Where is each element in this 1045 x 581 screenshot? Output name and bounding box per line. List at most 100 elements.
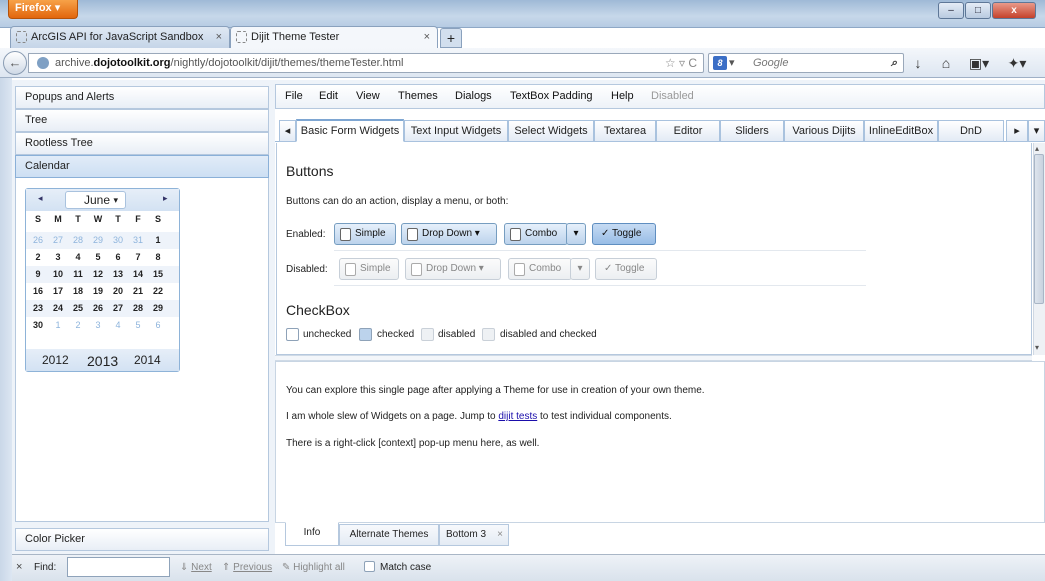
calendar-day[interactable]: 27 [48, 232, 68, 249]
tab-textarea[interactable]: Textarea [594, 120, 656, 142]
tab-info[interactable]: Info [285, 522, 339, 546]
menu-view[interactable]: View [356, 84, 380, 109]
calendar-day[interactable]: 28 [68, 232, 88, 249]
calendar-day[interactable]: 2 [28, 249, 48, 266]
calendar-day[interactable]: 26 [28, 232, 48, 249]
tab-close-icon[interactable]: × [424, 27, 430, 47]
scroll-down-icon[interactable]: ▾ [1035, 343, 1039, 352]
accordion-tree[interactable]: Tree [15, 109, 269, 132]
calendar-day[interactable]: 1 [148, 232, 168, 249]
prev-year[interactable]: 2012 [42, 349, 69, 371]
tab-select-widgets[interactable]: Select Widgets [508, 120, 594, 142]
calendar-day[interactable]: 14 [128, 266, 148, 283]
window-close-button[interactable]: x [992, 2, 1036, 19]
search-engine-dropdown[interactable]: ▾ [729, 54, 735, 72]
firefox-menu-button[interactable]: Firefox ▾ [8, 0, 78, 19]
calendar-day[interactable]: 26 [88, 300, 108, 317]
find-close-icon[interactable]: × [16, 554, 22, 581]
dijit-tests-link[interactable]: dijit tests [498, 411, 537, 422]
find-next-button[interactable]: ⇓ Next [180, 554, 212, 581]
tab-text-input-widgets[interactable]: Text Input Widgets [404, 120, 508, 142]
tab-alternate-themes[interactable]: Alternate Themes [339, 524, 439, 546]
calendar-day[interactable]: 13 [108, 266, 128, 283]
accordion-color-picker[interactable]: Color Picker [15, 528, 269, 551]
calendar-day[interactable]: 4 [108, 317, 128, 334]
calendar-day[interactable]: 18 [68, 283, 88, 300]
match-case-checkbox[interactable] [364, 561, 375, 572]
calendar-day[interactable]: 29 [148, 300, 168, 317]
calendar-day[interactable]: 9 [28, 266, 48, 283]
find-input[interactable] [67, 557, 170, 577]
calendar-day[interactable]: 5 [88, 249, 108, 266]
combo-button[interactable]: Combo [504, 223, 568, 245]
bookmark-reload-icon[interactable]: ☆ ▿ C [665, 54, 697, 72]
calendar-day[interactable]: 25 [68, 300, 88, 317]
tab-dnd[interactable]: DnD [938, 120, 1004, 142]
calendar-day[interactable]: 4 [68, 249, 88, 266]
calendar-day[interactable]: 11 [68, 266, 88, 283]
calendar-day[interactable]: 1 [48, 317, 68, 334]
url-bar[interactable]: archive.dojotoolkit.org/nightly/dojotool… [28, 53, 704, 73]
addon-icon[interactable]: ✦▾ [1000, 53, 1034, 73]
menu-edit[interactable]: Edit [319, 84, 338, 109]
calendar-day[interactable]: 2 [68, 317, 88, 334]
next-month-icon[interactable]: ▸ [163, 193, 168, 204]
calendar-day[interactable]: 16 [28, 283, 48, 300]
calendar-day[interactable]: 6 [108, 249, 128, 266]
calendar-day[interactable]: 24 [48, 300, 68, 317]
calendar-day[interactable]: 20 [108, 283, 128, 300]
calendar-day[interactable]: 17 [48, 283, 68, 300]
prev-month-icon[interactable]: ◂ [38, 193, 43, 204]
minimize-button[interactable]: – [938, 2, 964, 19]
tab-scroll-right[interactable]: ▸ [1006, 120, 1028, 142]
drop-down-button[interactable]: Drop Down ▾ [401, 223, 497, 245]
calendar-day[interactable]: 31 [128, 232, 148, 249]
calendar-day[interactable]: 28 [128, 300, 148, 317]
checkbox-checked[interactable] [359, 328, 372, 341]
calendar-day[interactable]: 22 [148, 283, 168, 300]
home-icon[interactable]: ⌂ [936, 53, 956, 73]
tab-various-dijits[interactable]: Various Dijits [784, 120, 864, 142]
accordion-rootless-tree[interactable]: Rootless Tree [15, 132, 269, 155]
browser-tab-arcgis[interactable]: ArcGIS API for JavaScript Sandbox × [10, 26, 230, 48]
tab-scroll-left[interactable]: ◂ [279, 120, 296, 142]
calendar-day[interactable]: 12 [88, 266, 108, 283]
search-input[interactable]: 8 ▾ Google ⌕ [708, 53, 904, 73]
calendar-day[interactable]: 29 [88, 232, 108, 249]
back-button[interactable]: ← [3, 51, 27, 75]
tab-close-icon[interactable]: × [497, 525, 503, 545]
search-engine-icon[interactable]: 8 [713, 56, 727, 70]
find-previous-button[interactable]: ⇑ Previous [222, 554, 272, 581]
menu-help[interactable]: Help [611, 84, 634, 109]
accordion-popups-and-alerts[interactable]: Popups and Alerts [15, 86, 269, 109]
combo-arrow-button[interactable]: ▾ [566, 223, 586, 245]
calendar-day[interactable]: 7 [128, 249, 148, 266]
tab-close-icon[interactable]: × [216, 27, 222, 47]
browser-tab-theme-tester[interactable]: Dijit Theme Tester × [230, 26, 438, 48]
calendar-day[interactable]: 6 [148, 317, 168, 334]
month-dropdown[interactable]: June ▾ [65, 191, 126, 209]
calendar-day[interactable]: 3 [88, 317, 108, 334]
calendar-day[interactable]: 27 [108, 300, 128, 317]
tab-sliders[interactable]: Sliders [720, 120, 784, 142]
new-tab-button[interactable]: + [440, 28, 462, 48]
menu-textbox-padding[interactable]: TextBox Padding [510, 84, 593, 109]
calendar-day[interactable]: 23 [28, 300, 48, 317]
scrollbar-thumb[interactable] [1034, 154, 1044, 304]
tab-list-menu[interactable]: ▾ [1028, 120, 1045, 142]
calendar-day[interactable]: 8 [148, 249, 168, 266]
calendar-day[interactable]: 30 [108, 232, 128, 249]
highlight-all-button[interactable]: ✎ Highlight all [282, 554, 345, 581]
calendar-day[interactable]: 21 [128, 283, 148, 300]
maximize-button[interactable]: □ [965, 2, 991, 19]
next-year[interactable]: 2014 [134, 349, 161, 371]
calendar-day[interactable]: 3 [48, 249, 68, 266]
menu-file[interactable]: File [285, 84, 303, 109]
calendar-day[interactable]: 30 [28, 317, 48, 334]
bookmarks-menu-icon[interactable]: ▣▾ [964, 53, 994, 73]
calendar-day[interactable]: 19 [88, 283, 108, 300]
calendar-day[interactable]: 5 [128, 317, 148, 334]
menu-dialogs[interactable]: Dialogs [455, 84, 492, 109]
search-icon[interactable]: ⌕ [891, 54, 897, 72]
tab-editor[interactable]: Editor [656, 120, 720, 142]
